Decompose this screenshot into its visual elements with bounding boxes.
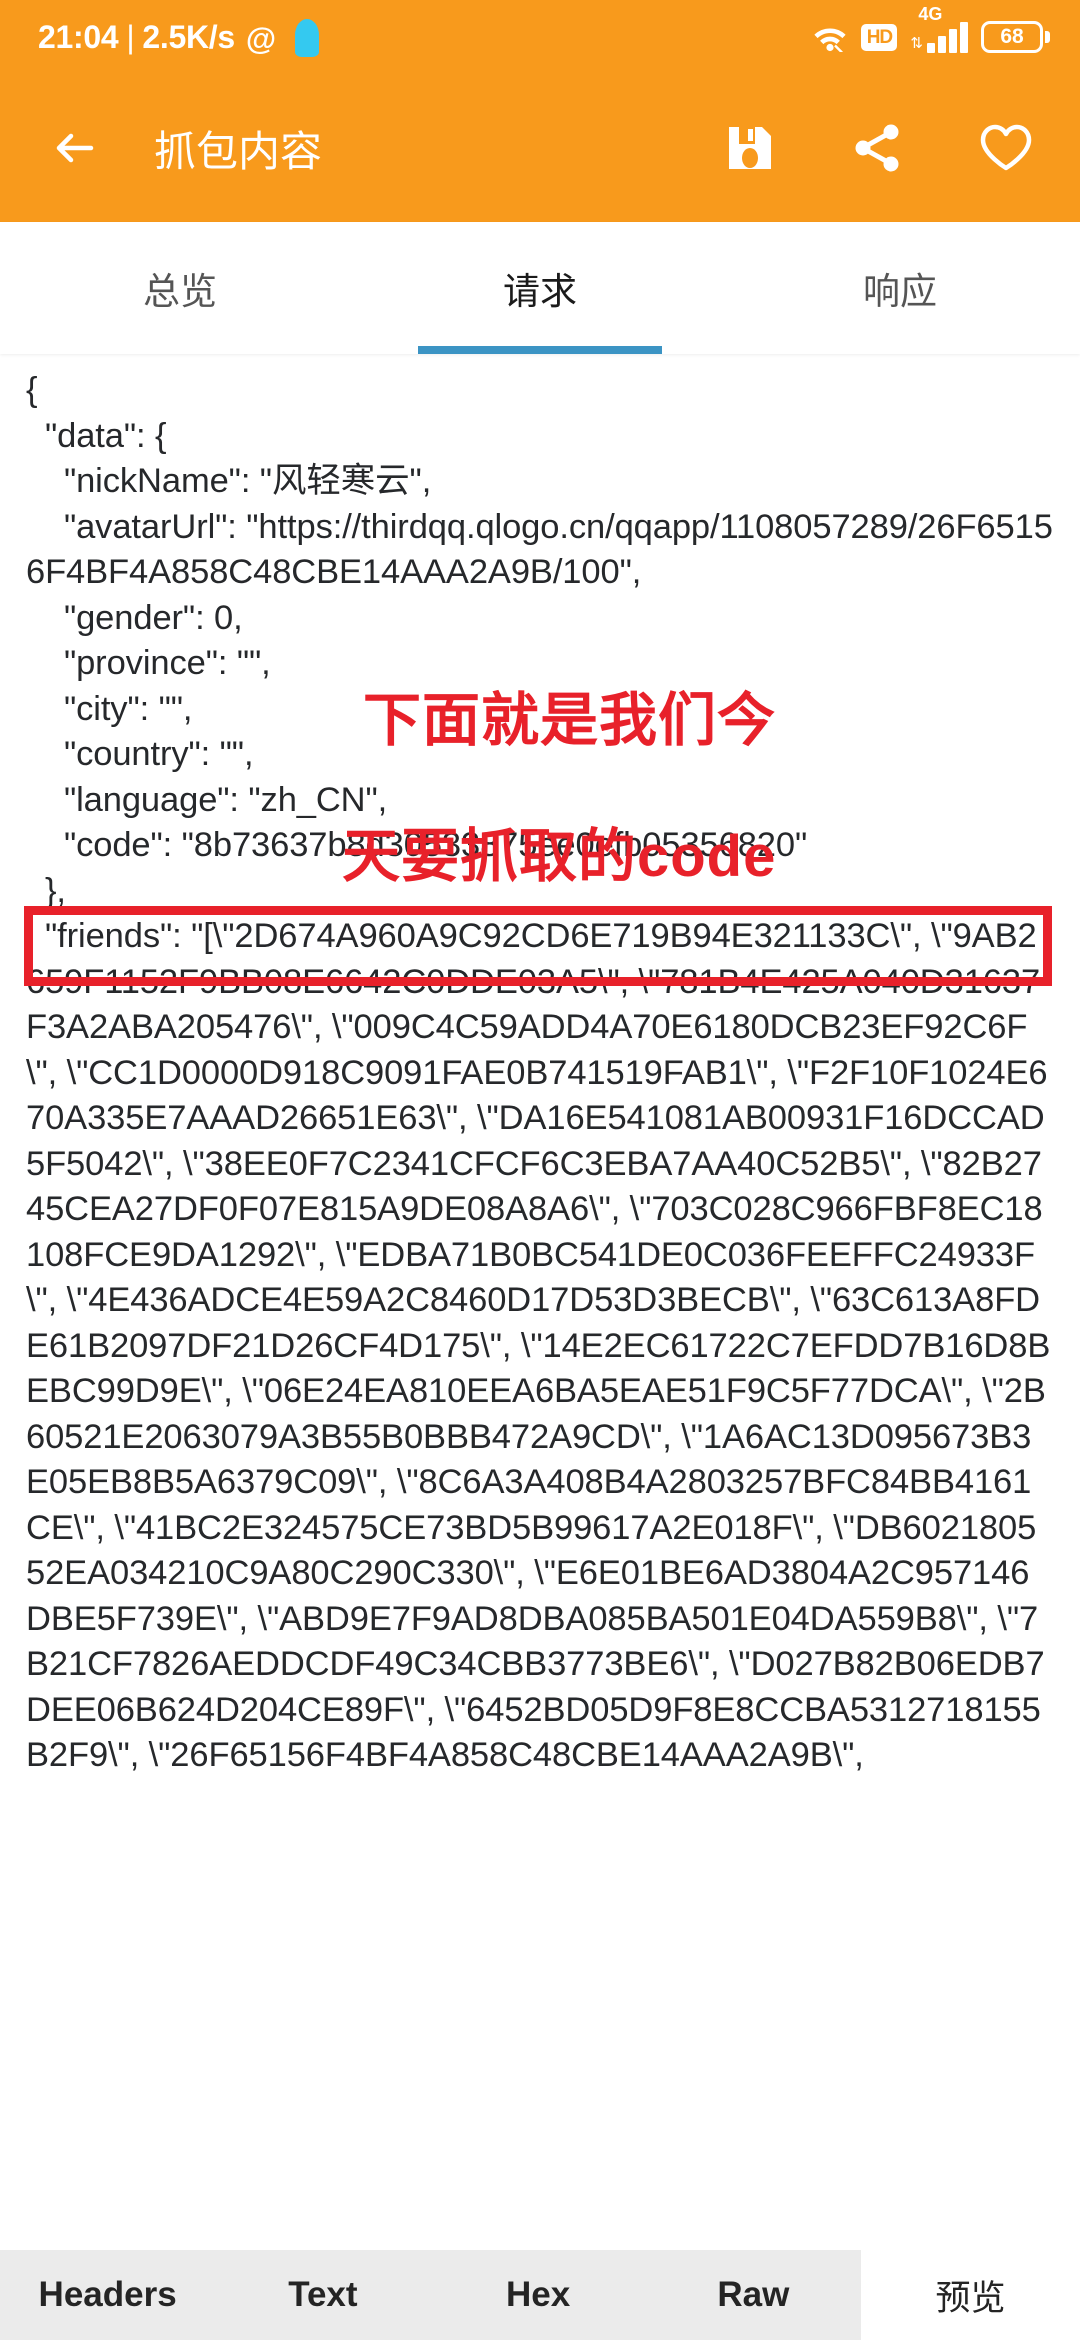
request-body-viewport[interactable]: { "data": { "nickName": "风轻寒云", "avatarU… — [0, 368, 1080, 2250]
tab-bar: 总览 请求 响应 — [0, 222, 1080, 354]
status-network-speed: 2.5K/s — [142, 18, 235, 55]
tab-request[interactable]: 请求 — [360, 222, 720, 354]
back-arrow-icon — [56, 133, 94, 163]
data-updown-icon: ⇅ — [910, 34, 923, 52]
annotation-line-1: 下面就是我们今 — [363, 688, 777, 753]
bottom-tab-headers-label: Headers — [38, 2275, 177, 2314]
bottom-tab-preview[interactable]: 预览 — [861, 2250, 1080, 2340]
bottom-tab-hex[interactable]: Hex — [430, 2250, 646, 2340]
bottom-tab-hex-label: Hex — [506, 2275, 571, 2314]
tab-overview-label: 总览 — [143, 271, 217, 312]
wifi-icon — [812, 22, 848, 54]
share-button[interactable] — [850, 120, 906, 176]
at-icon: @ — [245, 20, 276, 56]
app-root: 21:04 | 2.5K/s @ HD 4G ⇅ 68 抓包内容 总览 请求 响… — [0, 0, 1080, 2340]
favorite-button[interactable] — [978, 120, 1034, 176]
app-bar: 抓包内容 — [0, 74, 1080, 222]
network-type-label: 4G — [918, 3, 943, 24]
bottom-tab-bar: Headers Text Hex Raw 预览 — [0, 2250, 1080, 2340]
bottom-tab-headers[interactable]: Headers — [0, 2250, 216, 2340]
tab-overview[interactable]: 总览 — [0, 222, 360, 354]
bottom-tab-raw-label: Raw — [717, 2275, 790, 2314]
heart-icon — [980, 124, 1032, 171]
page-title: 抓包内容 — [154, 127, 323, 175]
bottom-tab-text-label: Text — [288, 2275, 358, 2314]
battery-level-label: 68 — [981, 21, 1043, 53]
save-button[interactable] — [722, 120, 778, 176]
status-bar-right: HD 4G ⇅ 68 — [812, 5, 1050, 54]
status-time: 21:04 — [38, 18, 119, 55]
request-body-text: { "data": { "nickName": "风轻寒云", "avatarU… — [26, 371, 1053, 1774]
back-button[interactable] — [46, 117, 108, 179]
app-bar-actions — [722, 120, 1034, 176]
signal-bar-4 — [960, 21, 968, 53]
hd-icon: HD — [861, 23, 898, 51]
battery-tip — [1045, 31, 1050, 43]
bottom-tab-text[interactable]: Text — [215, 2250, 431, 2340]
bottom-tab-preview-label: 预览 — [935, 2278, 1006, 2318]
share-icon — [855, 124, 899, 172]
signal-bar-1 — [927, 42, 935, 53]
status-separator: | — [126, 18, 135, 55]
annotation-line-2: 天要抓取的code — [342, 824, 777, 889]
save-icon — [729, 127, 771, 169]
bottom-tab-raw[interactable]: Raw — [645, 2250, 861, 2340]
status-bar-left: 21:04 | 2.5K/s @ — [38, 18, 319, 57]
signal-bar-3 — [949, 28, 957, 53]
signal-bars-icon: 4G ⇅ — [910, 5, 968, 53]
tab-response[interactable]: 响应 — [720, 222, 1080, 354]
signal-bar-2 — [938, 35, 946, 53]
qq-penguin-icon — [294, 19, 319, 57]
tab-response-label: 响应 — [863, 271, 937, 312]
tab-request-label: 请求 — [503, 271, 577, 312]
status-bar: 21:04 | 2.5K/s @ HD 4G ⇅ 68 — [0, 0, 1080, 74]
battery-icon: 68 — [981, 21, 1050, 53]
